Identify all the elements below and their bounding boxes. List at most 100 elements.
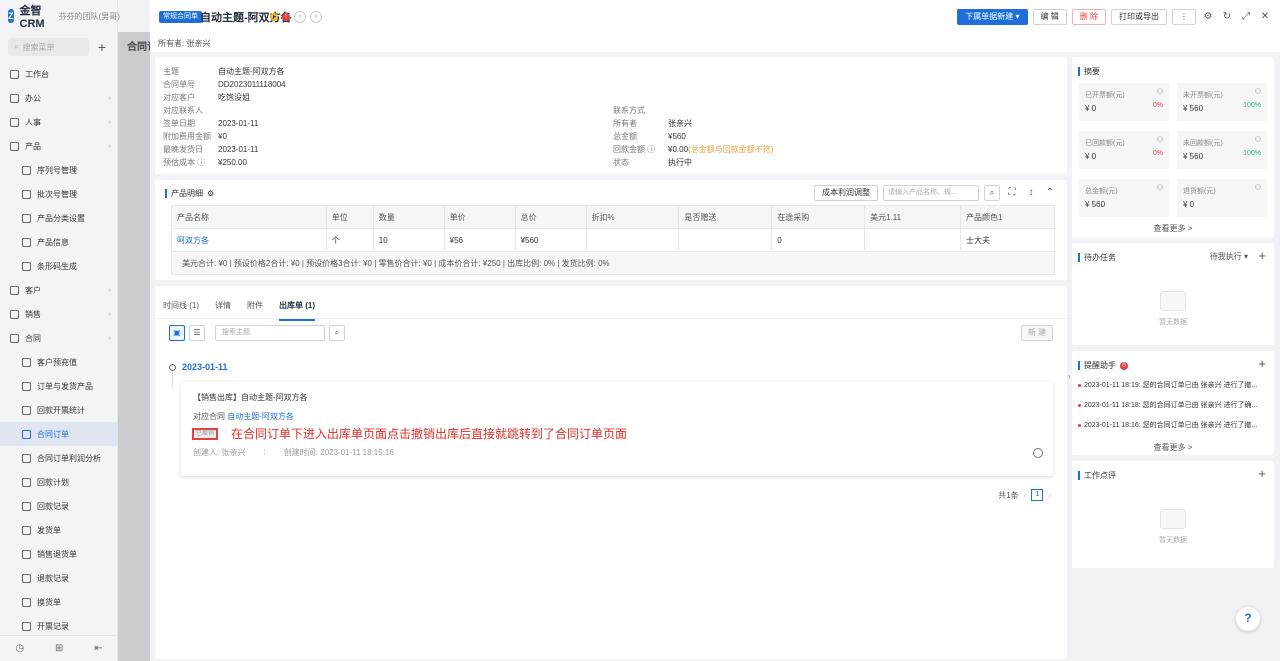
search-icon[interactable]: ⌕ bbox=[329, 325, 345, 341]
sidebar-item[interactable]: 销售退货单 bbox=[0, 542, 117, 566]
sidebar-item[interactable]: 产品信息 bbox=[0, 230, 117, 254]
alert-icon[interactable]: ! bbox=[282, 13, 290, 21]
sidebar-item[interactable]: 回款记录 bbox=[0, 494, 117, 518]
sidebar-item[interactable]: 批次号管理 bbox=[0, 182, 117, 206]
product-tools: 成本利润调整 请输入产品名称、规... ⌕ ⛶ ↕ ⌃ bbox=[814, 185, 1057, 201]
more-button[interactable]: ⋮ bbox=[1172, 9, 1196, 25]
info-value[interactable]: 吃饱没姐 bbox=[218, 92, 250, 103]
print-export-button[interactable]: 打印或导出 bbox=[1111, 9, 1167, 25]
sidebar-item[interactable]: 合同订单利润分析 bbox=[0, 446, 117, 470]
info-icon bbox=[1157, 88, 1163, 94]
sidebar-item[interactable]: 订单与发货产品 bbox=[0, 374, 117, 398]
add-task-icon[interactable]: + bbox=[1258, 248, 1266, 263]
sidebar-item[interactable]: 回款计划 bbox=[0, 470, 117, 494]
collapse-icon[interactable]: ⇤ bbox=[94, 643, 102, 654]
next-record-icon[interactable]: › bbox=[310, 11, 322, 23]
close-icon[interactable]: ✕ bbox=[1258, 10, 1272, 24]
info-label: 最晚发货日 bbox=[163, 145, 203, 154]
column-header: 单价 bbox=[443, 205, 516, 229]
sidebar-item[interactable]: 合同 › bbox=[0, 326, 117, 350]
favorite-icon[interactable] bbox=[270, 13, 278, 21]
expand-icon[interactable]: ⛶ bbox=[1005, 186, 1019, 200]
sidebar-item[interactable]: 销售 › bbox=[0, 302, 117, 326]
detail-header: 常规合同单 自动主题-阿双方各 ! ‹ › 所有者: 张亲兴 下属单据新建 ▾ … bbox=[150, 0, 1280, 52]
sidebar-item-label: 产品信息 bbox=[37, 237, 69, 247]
tasks-filter[interactable]: 待我执行 ▾ bbox=[1210, 251, 1248, 262]
layout-icon[interactable]: ⊞ bbox=[55, 643, 63, 654]
sidebar-item[interactable]: 客户 › bbox=[0, 278, 117, 302]
edit-button[interactable]: 编 辑 bbox=[1032, 9, 1067, 25]
info-row: 对应客户 吃饱没姐 bbox=[163, 91, 286, 104]
add-menu-icon[interactable]: + bbox=[95, 39, 109, 55]
menu-search-input[interactable]: ⌕ 搜索菜单 bbox=[8, 38, 89, 56]
prev-page-icon[interactable]: ‹ bbox=[1024, 491, 1027, 500]
reminder-item[interactable]: 2023-01-11 18:19: 您的合同订单已由 张亲兴 进行了撤... bbox=[1078, 380, 1270, 390]
menu-item-icon bbox=[22, 597, 31, 607]
panel-toggle-icon[interactable]: › bbox=[1068, 372, 1071, 381]
summary-more-link[interactable]: 查看更多 > bbox=[1072, 223, 1274, 234]
cost-profit-button[interactable]: 成本利润调整 bbox=[814, 185, 878, 201]
product-name-link[interactable]: 阿双方各 bbox=[171, 228, 327, 252]
info-row: 预估成本 ⓘ ¥250.00 bbox=[163, 156, 286, 169]
info-left-column: 主题 自动主题-阿双方各 合同单号 DD2023011118004 对应客户 吃饱没姐 对应… bbox=[163, 65, 286, 169]
settings-icon[interactable]: ⚙ bbox=[1201, 10, 1215, 24]
sidebar-item[interactable]: 发货单 bbox=[0, 518, 117, 542]
add-comment-icon[interactable]: + bbox=[1258, 466, 1266, 481]
downstream-create-button[interactable]: 下属单据新建 ▾ bbox=[957, 9, 1028, 25]
sidebar-item[interactable]: 回款开票统计 bbox=[0, 398, 117, 422]
settings-icon[interactable]: ⚙ bbox=[207, 189, 214, 198]
team-name[interactable]: 芬芬的团队(男哥) bbox=[59, 11, 120, 22]
sidebar-item-label: 客户预充值 bbox=[37, 357, 77, 367]
page-number[interactable]: 1 bbox=[1031, 489, 1044, 501]
pager-total: 共1条 bbox=[998, 490, 1019, 500]
info-row: 状态 执行中 bbox=[613, 156, 773, 169]
menu-item-icon bbox=[22, 525, 31, 535]
sidebar-item[interactable]: 产品分类设置 bbox=[0, 206, 117, 230]
table-cell: ¥560 bbox=[514, 228, 587, 252]
sidebar-item[interactable]: 产品 › bbox=[0, 134, 117, 158]
sidebar-item[interactable]: 序列号管理 bbox=[0, 158, 117, 182]
clock-icon[interactable]: ◷ bbox=[15, 643, 24, 654]
outbound-toolbar: ▣ ☰ 搜索主题 ⌕ bbox=[169, 325, 345, 341]
refresh-icon[interactable]: ↻ bbox=[1220, 10, 1234, 24]
column-header: 产品名称 bbox=[171, 205, 327, 229]
column-header: 单位 bbox=[325, 205, 374, 229]
sidebar-item[interactable]: 办公 › bbox=[0, 86, 117, 110]
sidebar-item[interactable]: 退款记录 bbox=[0, 566, 117, 590]
comment-icon[interactable] bbox=[1033, 448, 1043, 458]
add-reminder-icon[interactable]: + bbox=[1258, 356, 1266, 371]
reminder-item[interactable]: 2023-01-11 18:16: 您的合同订单已由 张亲兴 进行了撤... bbox=[1078, 420, 1270, 430]
column-header: 是否赠送 bbox=[678, 205, 773, 229]
chevron-up-icon[interactable]: ⌃ bbox=[1043, 186, 1057, 200]
next-page-icon[interactable]: › bbox=[1048, 491, 1051, 500]
info-row: 签单日期 2023-01-11 bbox=[163, 117, 286, 130]
outbound-entry-card[interactable]: 【销售出库】自动主题-阿双方各 对应合同 自动主题-阿双方各 已撤销 在合同订单… bbox=[181, 382, 1053, 476]
info-label: 回款金额 ⓘ bbox=[613, 145, 656, 154]
prev-record-icon[interactable]: ‹ bbox=[294, 11, 306, 23]
info-label: 主题 bbox=[163, 67, 179, 76]
info-label: 状态 bbox=[613, 158, 629, 167]
product-search-input[interactable]: 请输入产品名称、规... bbox=[883, 185, 979, 201]
fullscreen-icon[interactable]: ⤢ bbox=[1239, 10, 1253, 24]
sort-icon[interactable]: ↕ bbox=[1024, 186, 1038, 200]
delete-button[interactable]: 删 除 bbox=[1071, 9, 1106, 25]
column-header: 美元1.11 bbox=[864, 205, 962, 229]
reminders-more-link[interactable]: 查看更多 > bbox=[1072, 442, 1274, 453]
help-icon[interactable]: ? bbox=[1236, 607, 1260, 631]
info-row: 对应联系人 bbox=[163, 104, 286, 117]
reminder-item[interactable]: 2023-01-11 18:18: 您的合同订单已由 张亲兴 进行了确... bbox=[1078, 400, 1270, 410]
related-contract-link[interactable]: 自动主题-阿双方各 bbox=[227, 412, 294, 421]
search-icon[interactable]: ⌕ bbox=[984, 185, 1000, 201]
sidebar-item[interactable]: 换货单 bbox=[0, 590, 117, 614]
card-view-icon[interactable]: ▣ bbox=[169, 325, 185, 341]
sidebar-item[interactable]: 合同订单 bbox=[0, 422, 117, 446]
subject-search-input[interactable]: 搜索主题 bbox=[215, 325, 325, 341]
sidebar-item[interactable]: 条形码生成 bbox=[0, 254, 117, 278]
menu-item-icon bbox=[22, 477, 31, 487]
sidebar-item[interactable]: 人事 › bbox=[0, 110, 117, 134]
info-value: 张亲兴 bbox=[668, 119, 692, 128]
sidebar-item[interactable]: 客户预充值 bbox=[0, 350, 117, 374]
sidebar-item[interactable]: 工作台 bbox=[0, 62, 117, 86]
new-button[interactable]: 新 建 bbox=[1021, 325, 1053, 341]
list-view-icon[interactable]: ☰ bbox=[189, 325, 205, 341]
